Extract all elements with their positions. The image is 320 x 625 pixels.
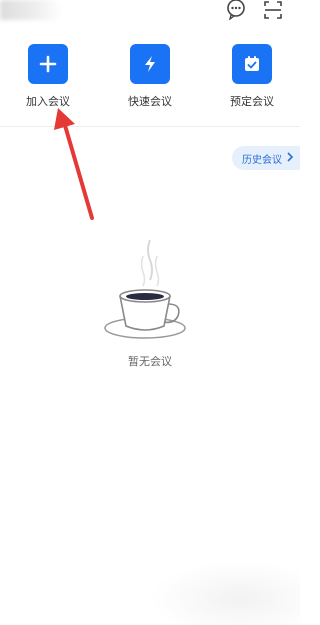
- top-bar: [0, 0, 300, 30]
- schedule-meeting-label: 预定会议: [230, 95, 274, 108]
- empty-state-text: 暂无会议: [128, 355, 172, 368]
- join-meeting-label: 加入会议: [26, 95, 70, 108]
- join-meeting-button[interactable]: 加入会议: [10, 44, 86, 109]
- history-meetings-button[interactable]: 历史会议: [232, 146, 300, 170]
- scan-icon[interactable]: [262, 0, 284, 20]
- history-meetings-label: 历史会议: [242, 154, 282, 166]
- lightning-icon: [130, 44, 170, 84]
- calendar-check-icon: [232, 44, 272, 84]
- chevron-right-icon: [286, 151, 294, 165]
- message-icon[interactable]: [225, 0, 247, 21]
- quick-meeting-button[interactable]: 快速会议: [112, 44, 188, 109]
- schedule-meeting-button[interactable]: 预定会议: [214, 44, 290, 109]
- quick-actions: 加入会议 快速会议 预定会议: [0, 44, 300, 116]
- divider: [0, 126, 300, 127]
- coffee-cup-icon: [100, 238, 190, 348]
- plus-icon: [28, 44, 68, 84]
- quick-meeting-label: 快速会议: [128, 95, 172, 108]
- bottom-shadow: [150, 560, 300, 625]
- avatar[interactable]: [0, 0, 62, 20]
